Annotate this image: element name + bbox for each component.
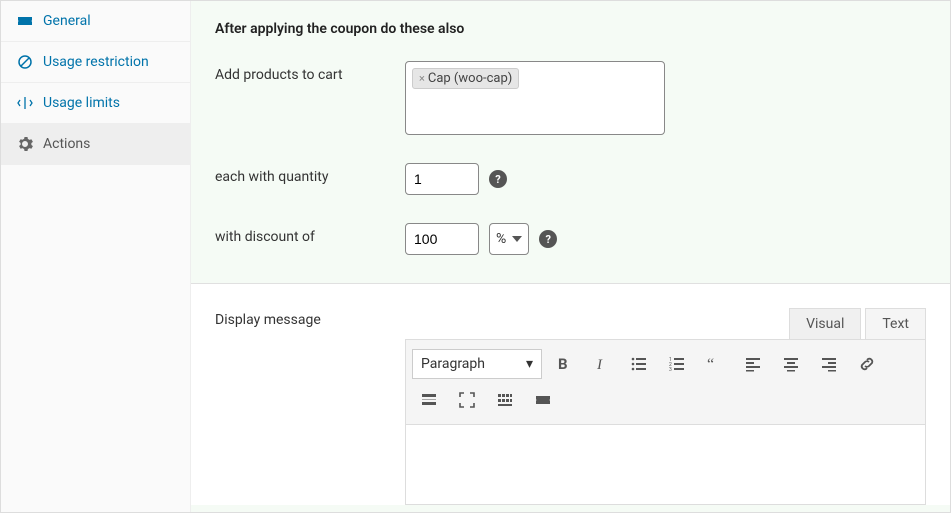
dropdown-caret-icon: ▾ <box>526 356 533 372</box>
sidebar-item-usage-restriction[interactable]: Usage restriction <box>1 42 190 83</box>
limits-icon <box>17 95 33 111</box>
help-icon[interactable]: ? <box>489 170 507 188</box>
discount-unit-label: % <box>496 231 506 247</box>
link-button[interactable] <box>850 349 884 379</box>
align-left-button[interactable] <box>736 349 770 379</box>
toolbar-toggle-button[interactable] <box>488 385 522 415</box>
sidebar-item-label: Usage limits <box>43 95 120 111</box>
sidebar: General Usage restriction Usage limits A… <box>1 1 191 512</box>
section-heading: After applying the coupon do these also <box>215 21 926 37</box>
align-right-button[interactable] <box>812 349 846 379</box>
add-products-label: Add products to cart <box>215 61 405 83</box>
format-select[interactable]: Paragraph ▾ <box>412 349 542 379</box>
row-quantity: each with quantity ? <box>215 163 926 195</box>
sidebar-item-usage-limits[interactable]: Usage limits <box>1 83 190 124</box>
chevron-down-icon <box>512 236 522 242</box>
display-message-label: Display message <box>215 308 405 328</box>
rich-text-editor: Visual Text Paragraph ▾ B I 123 <box>405 308 926 505</box>
align-center-button[interactable] <box>774 349 808 379</box>
ban-icon <box>17 54 33 70</box>
row-add-products: Add products to cart × Cap (woo-cap) <box>215 61 926 135</box>
content-area: After applying the coupon do these also … <box>191 1 950 512</box>
help-icon[interactable]: ? <box>539 230 557 248</box>
svg-text:3: 3 <box>669 367 672 373</box>
blockquote-button[interactable]: “ <box>698 349 732 379</box>
discount-unit-select[interactable]: % <box>489 223 529 255</box>
tab-text[interactable]: Text <box>865 308 926 339</box>
bullet-list-button[interactable] <box>622 349 656 379</box>
svg-text:B: B <box>558 355 568 373</box>
readmore-button[interactable] <box>412 385 446 415</box>
chip-label: Cap (woo-cap) <box>428 71 512 86</box>
fullscreen-button[interactable] <box>450 385 484 415</box>
sidebar-item-label: Actions <box>43 136 90 152</box>
bold-button[interactable]: B <box>546 349 580 379</box>
gear-icon <box>17 136 33 152</box>
quantity-label: each with quantity <box>215 163 405 185</box>
discount-label: with discount of <box>215 223 405 245</box>
quantity-input[interactable] <box>405 163 479 195</box>
italic-button[interactable]: I <box>584 349 618 379</box>
row-discount: with discount of % ? <box>215 223 926 255</box>
ticket-toolbar-button[interactable] <box>526 385 560 415</box>
svg-text:“: “ <box>707 356 714 373</box>
products-multiselect[interactable]: × Cap (woo-cap) <box>405 61 665 135</box>
numbered-list-button[interactable]: 123 <box>660 349 694 379</box>
settings-panel: General Usage restriction Usage limits A… <box>0 0 951 513</box>
chip-remove-icon[interactable]: × <box>419 72 425 85</box>
editor-section: Display message Visual Text Paragraph ▾ … <box>191 283 950 505</box>
sidebar-item-label: General <box>43 13 91 29</box>
svg-text:I: I <box>596 357 603 373</box>
sidebar-item-label: Usage restriction <box>43 54 149 70</box>
sidebar-item-actions[interactable]: Actions <box>1 124 190 165</box>
ticket-icon <box>17 13 33 29</box>
discount-input[interactable] <box>405 223 479 255</box>
product-chip: × Cap (woo-cap) <box>412 68 519 89</box>
editor-content-area[interactable] <box>405 425 926 505</box>
format-label: Paragraph <box>421 356 485 372</box>
editor-tabs: Visual Text <box>405 308 926 339</box>
sidebar-item-general[interactable]: General <box>1 1 190 42</box>
tab-visual[interactable]: Visual <box>789 308 861 339</box>
editor-toolbar: Paragraph ▾ B I 123 “ <box>405 339 926 425</box>
